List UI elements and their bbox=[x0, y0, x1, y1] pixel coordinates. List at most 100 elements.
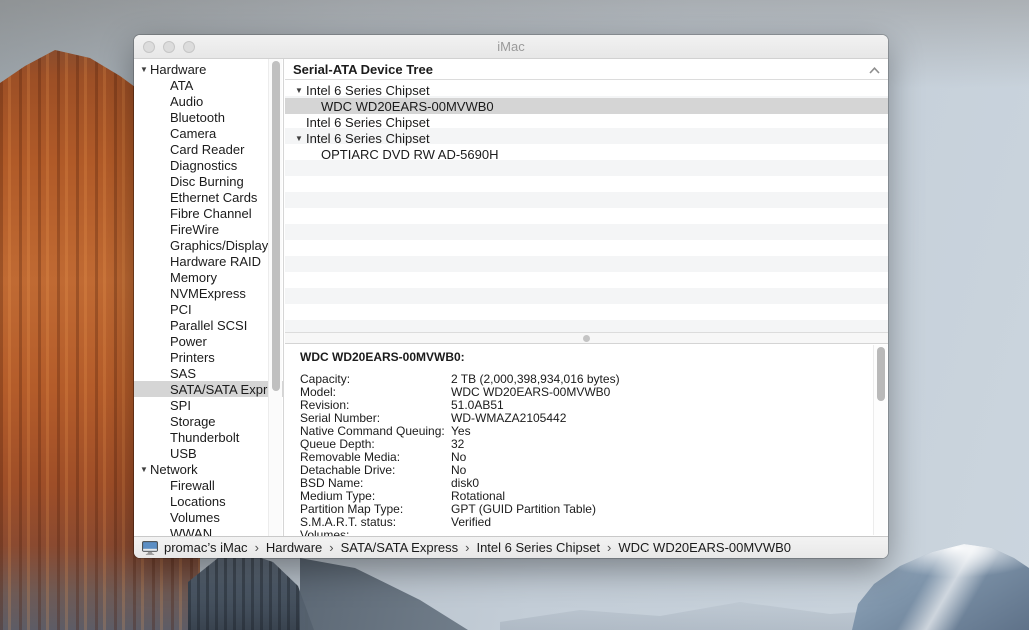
breadcrumb-item[interactable]: › WDC WD20EARS-00MVWB0 bbox=[600, 540, 791, 555]
wallpaper-ridge-wedge bbox=[300, 558, 515, 630]
tree-row-label: OPTIARC DVD RW AD-5690H bbox=[321, 147, 498, 162]
sidebar-item[interactable]: ▼ SPI bbox=[134, 397, 283, 413]
breadcrumb-item-label: SATA/SATA Express bbox=[341, 540, 459, 555]
sidebar-item-label: SATA/SATA Expr… bbox=[170, 382, 280, 397]
disclosure-triangle-icon[interactable]: ▼ bbox=[295, 134, 306, 143]
sidebar-item[interactable]: ▼ SAS bbox=[134, 365, 283, 381]
sidebar-item[interactable]: ▼ Fibre Channel bbox=[134, 205, 283, 221]
sidebar-item[interactable]: ▼ Printers bbox=[134, 349, 283, 365]
sidebar-item[interactable]: ▼ PCI bbox=[134, 301, 283, 317]
sidebar-item-label: Fibre Channel bbox=[170, 206, 252, 221]
spec-value: 32 bbox=[451, 437, 464, 451]
sidebar-item[interactable]: ▼ Power bbox=[134, 333, 283, 349]
sidebar-item-label: Disc Burning bbox=[170, 174, 244, 189]
sidebar-item-label: ATA bbox=[170, 78, 193, 93]
breadcrumb-item-label: Hardware bbox=[266, 540, 322, 555]
sidebar-item-label: Parallel SCSI bbox=[170, 318, 247, 333]
sidebar-item[interactable]: ▼ Card Reader bbox=[134, 141, 283, 157]
sidebar-item[interactable]: ▼ ATA bbox=[134, 77, 283, 93]
spec-value: disk0 bbox=[451, 476, 479, 490]
spec-label: Volumes: bbox=[300, 529, 451, 536]
breadcrumb-separator: › bbox=[255, 540, 259, 555]
chevron-up-icon bbox=[869, 67, 880, 74]
tree-row-label: Intel 6 Series Chipset bbox=[306, 131, 430, 146]
sidebar-item-label: SAS bbox=[170, 366, 196, 381]
disclosure-triangle-icon[interactable]: ▼ bbox=[140, 65, 150, 74]
sidebar-item-label: Audio bbox=[170, 94, 203, 109]
spec-value: 51.0AB51 bbox=[451, 398, 504, 412]
breadcrumb-separator: › bbox=[465, 540, 469, 555]
sidebar-item[interactable]: ▼ Bluetooth bbox=[134, 109, 283, 125]
sidebar-item[interactable]: ▼ Hardware bbox=[134, 61, 283, 77]
sidebar-item[interactable]: ▼ SATA/SATA Expr… bbox=[134, 381, 283, 397]
sidebar-item[interactable]: ▼ Disc Burning bbox=[134, 173, 283, 189]
details-heading: WDC WD20EARS-00MVWB0: bbox=[300, 350, 868, 364]
spec-value: GPT (GUID Partition Table) bbox=[451, 502, 596, 516]
breadcrumb-separator: › bbox=[329, 540, 333, 555]
breadcrumb-bar: › promac’s iMac › Hardware › SATA/SATA E… bbox=[134, 536, 888, 558]
sidebar-item[interactable]: ▼ Thunderbolt bbox=[134, 429, 283, 445]
breadcrumb-item-label: Intel 6 Series Chipset bbox=[476, 540, 600, 555]
sidebar-item-label: Camera bbox=[170, 126, 216, 141]
window-titlebar[interactable]: iMac bbox=[134, 35, 888, 59]
sidebar-item-label: Locations bbox=[170, 494, 226, 509]
device-tree-title: Serial-ATA Device Tree bbox=[293, 62, 869, 77]
tree-row[interactable]: ▼ WDC WD20EARS-00MVWB0 bbox=[285, 98, 888, 114]
device-tree-list: ▼ Intel 6 Series Chipset ▼ WDC WD20EARS-… bbox=[285, 80, 888, 332]
sidebar-item[interactable]: ▼ Ethernet Cards bbox=[134, 189, 283, 205]
spec-value: No bbox=[451, 450, 466, 464]
sidebar-item[interactable]: ▼ Hardware RAID bbox=[134, 253, 283, 269]
sidebar-item[interactable]: ▼ Locations bbox=[134, 493, 283, 509]
tree-row[interactable]: ▼ Intel 6 Series Chipset bbox=[285, 130, 888, 146]
sidebar-item-label: Power bbox=[170, 334, 207, 349]
sidebar-item[interactable]: ▼ Storage bbox=[134, 413, 283, 429]
sidebar-item[interactable]: ▼ Parallel SCSI bbox=[134, 317, 283, 333]
details-scrollbar[interactable] bbox=[873, 345, 887, 535]
desktop-wallpaper: iMac ▼ Hardware ▼ ATA ▼ Audio bbox=[0, 0, 1029, 630]
sidebar-scrollbar-thumb[interactable] bbox=[272, 61, 280, 391]
splitter-drag-handle-icon[interactable] bbox=[583, 335, 590, 342]
sidebar-item-label: Memory bbox=[170, 270, 217, 285]
sidebar-item[interactable]: ▼ NVMExpress bbox=[134, 285, 283, 301]
spec-row: S.M.A.R.T. status:Verified bbox=[300, 516, 868, 529]
window-content: ▼ Hardware ▼ ATA ▼ Audio ▼ Bluetooth ▼ C… bbox=[134, 59, 888, 536]
spec-row: BSD Name:disk0 bbox=[300, 477, 868, 490]
sidebar-item[interactable]: ▼ Memory bbox=[134, 269, 283, 285]
device-details-pane: WDC WD20EARS-00MVWB0: Capacity:2 TB (2,0… bbox=[285, 344, 888, 536]
tree-row[interactable]: ▼ OPTIARC DVD RW AD-5690H bbox=[285, 146, 888, 162]
sidebar-item[interactable]: ▼ Graphics/Displays bbox=[134, 237, 283, 253]
sidebar-item[interactable]: ▼ USB bbox=[134, 445, 283, 461]
sidebar-item[interactable]: ▼ Firewall bbox=[134, 477, 283, 493]
spec-row: Volumes: bbox=[300, 529, 868, 536]
spec-row: Revision:51.0AB51 bbox=[300, 399, 868, 412]
sidebar-item[interactable]: ▼ Volumes bbox=[134, 509, 283, 525]
sidebar-scrollbar[interactable] bbox=[268, 59, 282, 536]
sidebar-item[interactable]: ▼ Diagnostics bbox=[134, 157, 283, 173]
sidebar-item[interactable]: ▼ Audio bbox=[134, 93, 283, 109]
breadcrumb-item-label: WDC WD20EARS-00MVWB0 bbox=[618, 540, 791, 555]
breadcrumb-item[interactable]: › Intel 6 Series Chipset bbox=[458, 540, 600, 555]
spec-value: No bbox=[451, 463, 466, 477]
breadcrumb: › promac’s iMac › Hardware › SATA/SATA E… bbox=[164, 540, 791, 555]
sidebar-item-label: Printers bbox=[170, 350, 215, 365]
category-sidebar: ▼ Hardware ▼ ATA ▼ Audio ▼ Bluetooth ▼ C… bbox=[134, 59, 284, 536]
disclosure-triangle-icon[interactable]: ▼ bbox=[295, 86, 306, 95]
tree-row[interactable]: ▼ Intel 6 Series Chipset bbox=[285, 114, 888, 130]
sidebar-item[interactable]: ▼ WWAN bbox=[134, 525, 283, 536]
breadcrumb-item[interactable]: › promac’s iMac bbox=[164, 540, 248, 555]
sidebar-item-label: USB bbox=[170, 446, 197, 461]
sidebar-item[interactable]: ▼ Camera bbox=[134, 125, 283, 141]
sidebar-item[interactable]: ▼ Network bbox=[134, 461, 283, 477]
details-scrollbar-thumb[interactable] bbox=[877, 347, 885, 401]
disclosure-triangle-icon[interactable]: ▼ bbox=[140, 465, 150, 474]
tree-row[interactable]: ▼ Intel 6 Series Chipset bbox=[285, 82, 888, 98]
sidebar-item[interactable]: ▼ FireWire bbox=[134, 221, 283, 237]
breadcrumb-item[interactable]: › SATA/SATA Express bbox=[322, 540, 458, 555]
pane-splitter[interactable] bbox=[285, 332, 888, 344]
sidebar-item-label: Card Reader bbox=[170, 142, 244, 157]
breadcrumb-item[interactable]: › Hardware bbox=[248, 540, 323, 555]
sidebar-item-label: PCI bbox=[170, 302, 192, 317]
collapse-section-button[interactable] bbox=[869, 62, 880, 77]
spec-value: Verified bbox=[451, 515, 491, 529]
window-title: iMac bbox=[134, 35, 888, 59]
